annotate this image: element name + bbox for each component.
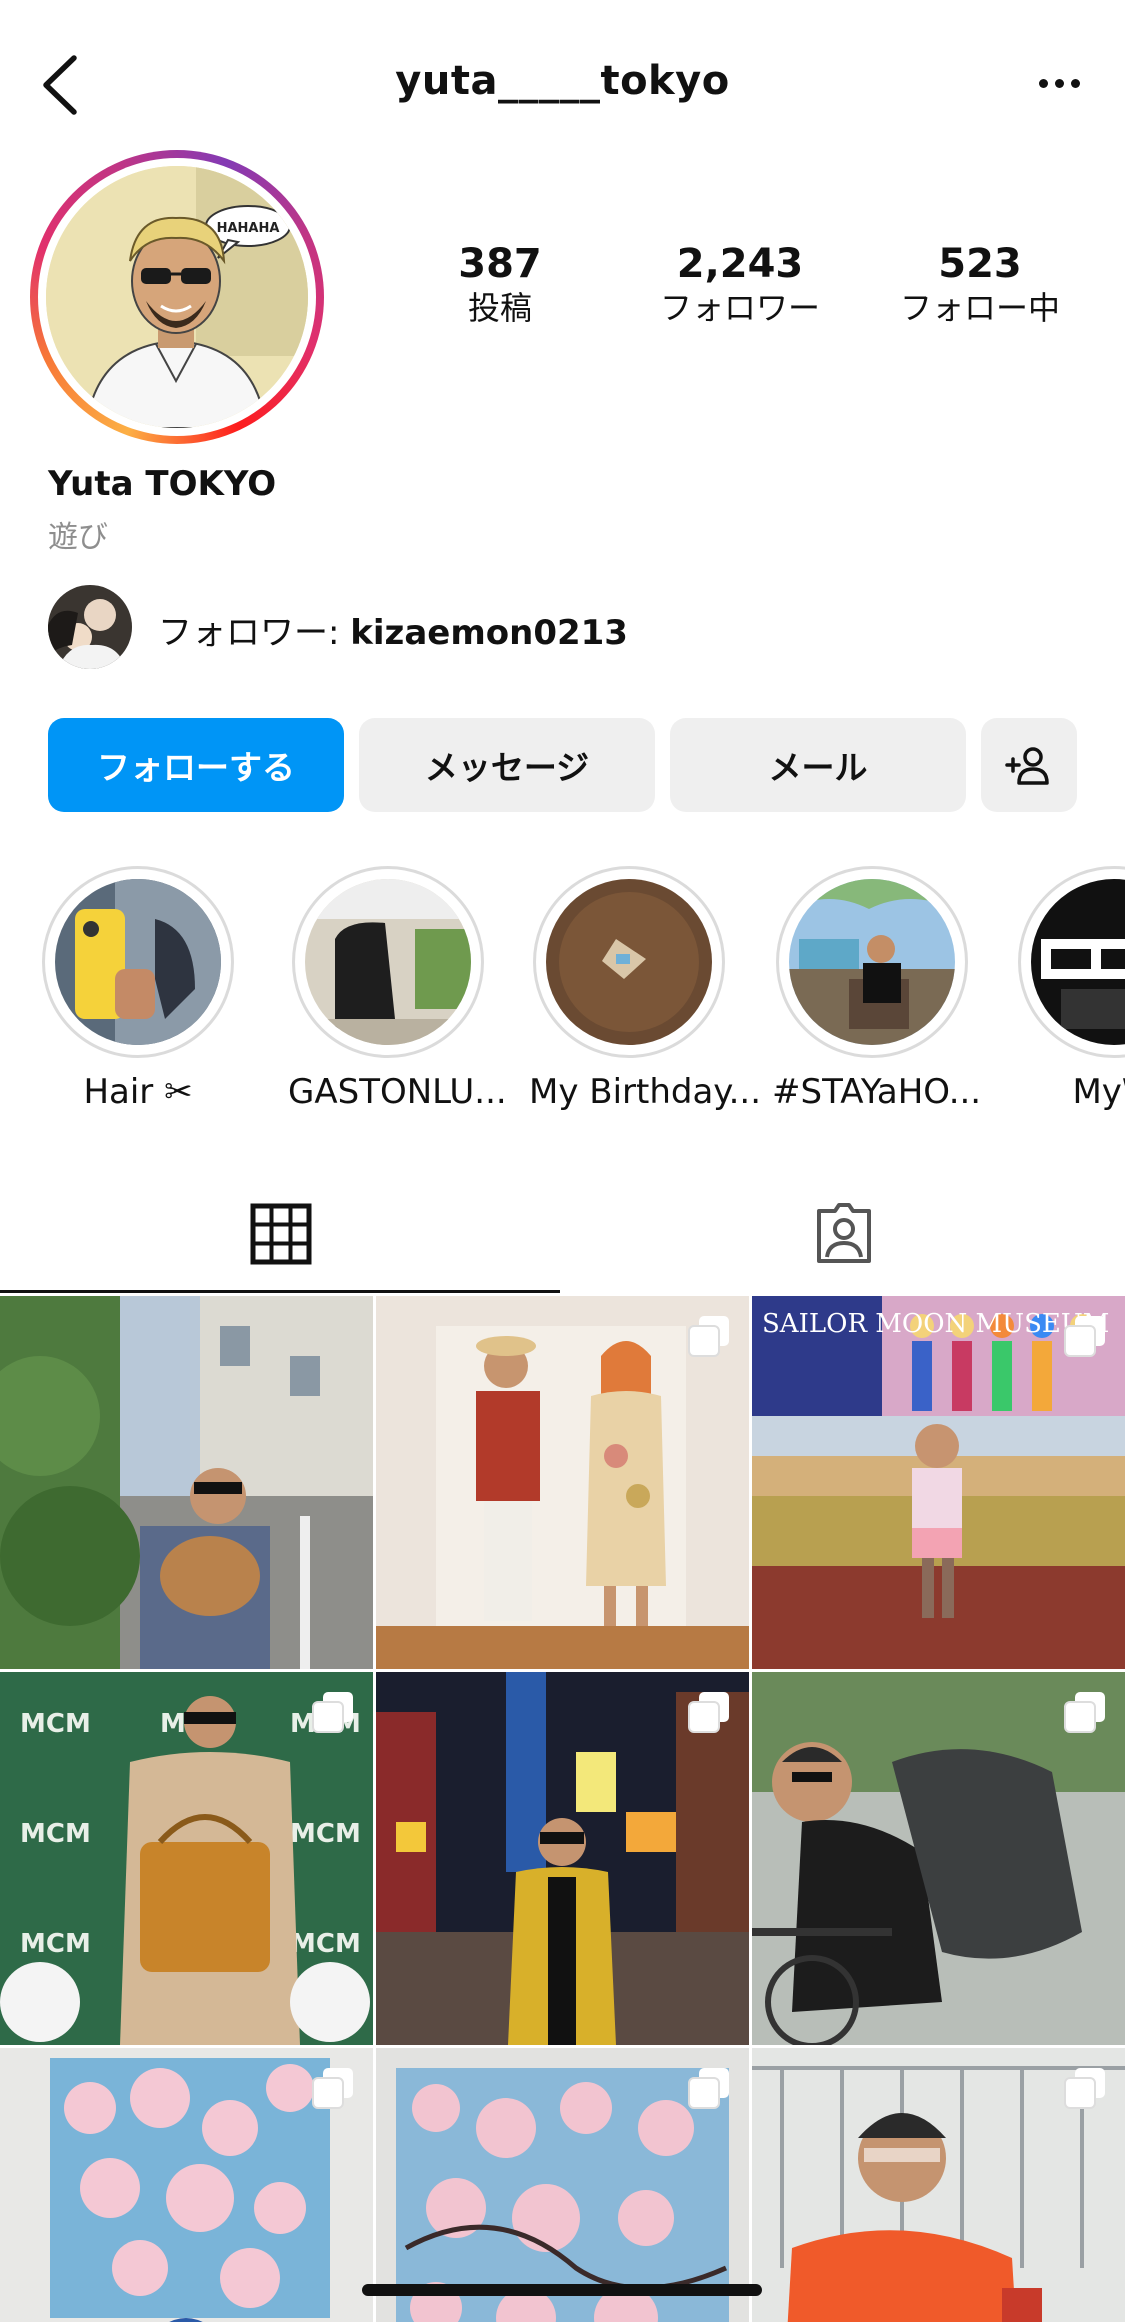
avatar-speech-text: HAHAHA — [217, 221, 280, 236]
profile-stats: 387 投稿 2,243 フォロワー 523 フォロー中 — [380, 240, 1100, 340]
carousel-icon — [1064, 1316, 1105, 1357]
highlight-label: GASTONLU... — [288, 1072, 507, 1112]
tile-overlay-text: SAILOR MOON MUSEUM — [762, 1309, 1109, 1339]
carousel-icon — [1064, 1692, 1105, 1733]
highlight-cover — [1031, 879, 1125, 1045]
more-dot-icon — [1038, 78, 1048, 88]
carousel-icon — [312, 2068, 353, 2109]
followers-count-value: 2,243 — [676, 241, 804, 287]
suggested-accounts-button[interactable] — [981, 718, 1077, 812]
add-person-icon — [1005, 747, 1049, 785]
following-count-label: フォロー中 — [899, 289, 1060, 327]
highlight-label: MyW — [1072, 1072, 1125, 1112]
post-tile[interactable] — [0, 1296, 373, 1669]
post-tile[interactable] — [752, 1672, 1125, 2045]
profile-header: yuta_____tokyo — [0, 40, 1125, 130]
follow-button[interactable]: フォローする — [48, 718, 344, 812]
highlight-cover — [305, 879, 471, 1045]
story-ring[interactable]: HAHAHA — [30, 150, 324, 444]
story-highlights: Hair ✂︎ GASTONLU... My Birthday... #STAY… — [0, 866, 1125, 1116]
post-tile[interactable] — [0, 2048, 373, 2322]
tile-overlay-text: MCM — [290, 1929, 361, 1959]
more-options-button[interactable] — [1029, 58, 1089, 108]
carousel-icon — [688, 1316, 729, 1357]
highlight-item[interactable]: GASTONLU... — [288, 866, 507, 1112]
highlight-item[interactable]: MyW — [1014, 866, 1125, 1112]
post-tile[interactable]: MCMMCMMCMMCMMCMMCMMCM — [0, 1672, 373, 2045]
mutual-follower-name[interactable]: kizaemon0213 — [350, 613, 628, 653]
followed-by-text: フォロワー: kizaemon0213 — [158, 605, 628, 654]
profile-tabs — [0, 1175, 1125, 1293]
posts-grid: SAILOR MOON MUSEUM MCMMCMMCMMCMMCMMCMMCM — [0, 1296, 1125, 2322]
more-dot-icon — [1070, 78, 1080, 88]
highlight-item[interactable]: My Birthday... — [529, 866, 762, 1112]
highlight-label: #STAYaHO... — [772, 1072, 982, 1112]
carousel-icon — [1064, 2068, 1105, 2109]
home-indicator[interactable] — [362, 2284, 762, 2296]
highlight-item[interactable]: Hair ✂︎ — [38, 866, 238, 1112]
post-tile[interactable] — [376, 1672, 749, 2045]
tab-posts-grid[interactable] — [0, 1175, 562, 1293]
profile-category: 遊び — [48, 520, 108, 555]
grid-icon — [250, 1203, 312, 1265]
highlight-item[interactable]: #STAYaHO... — [772, 866, 982, 1112]
email-button[interactable]: メール — [670, 718, 966, 812]
carousel-icon — [688, 1692, 729, 1733]
highlight-cover — [789, 879, 955, 1045]
following-count-value: 523 — [938, 241, 1022, 287]
post-tile[interactable]: SAILOR MOON MUSEUM — [752, 1296, 1125, 1669]
highlight-cover — [546, 879, 712, 1045]
tile-overlay-text: MCM — [20, 1929, 91, 1959]
tab-tagged[interactable] — [563, 1175, 1125, 1293]
tile-overlay-text: MCM — [20, 1819, 91, 1849]
profile-avatar: HAHAHA — [46, 166, 308, 428]
carousel-icon — [688, 2068, 729, 2109]
posts-count-label: 投稿 — [467, 289, 532, 327]
profile-actions: フォローする メッセージ メール — [48, 718, 1078, 812]
posts-count[interactable]: 387 投稿 — [380, 240, 620, 328]
tile-overlay-text: MCM — [290, 1819, 361, 1849]
active-tab-indicator — [0, 1290, 560, 1293]
following-count[interactable]: 523 フォロー中 — [860, 240, 1100, 328]
followed-by-prefix: フォロワー: — [158, 613, 351, 653]
posts-count-value: 387 — [458, 241, 542, 287]
mutual-follower-avatar — [48, 585, 132, 669]
followers-count-label: フォロワー — [659, 289, 820, 327]
followers-count[interactable]: 2,243 フォロワー — [620, 240, 860, 328]
post-tile[interactable] — [376, 1296, 749, 1669]
carousel-icon — [312, 1692, 353, 1733]
message-button[interactable]: メッセージ — [359, 718, 655, 812]
post-tile[interactable] — [752, 2048, 1125, 2322]
highlight-cover — [55, 879, 221, 1045]
profile-username: yuta_____tokyo — [395, 58, 730, 104]
post-tile[interactable] — [376, 2048, 749, 2322]
tile-overlay-text: MCM — [20, 1709, 91, 1739]
highlight-label: Hair ✂︎ — [83, 1072, 193, 1112]
highlight-label: My Birthday... — [529, 1072, 762, 1112]
tagged-person-icon — [817, 1203, 871, 1263]
display-name: Yuta TOKYO — [48, 464, 277, 504]
more-dot-icon — [1054, 78, 1064, 88]
followed-by-row[interactable]: フォロワー: kizaemon0213 — [48, 585, 948, 671]
